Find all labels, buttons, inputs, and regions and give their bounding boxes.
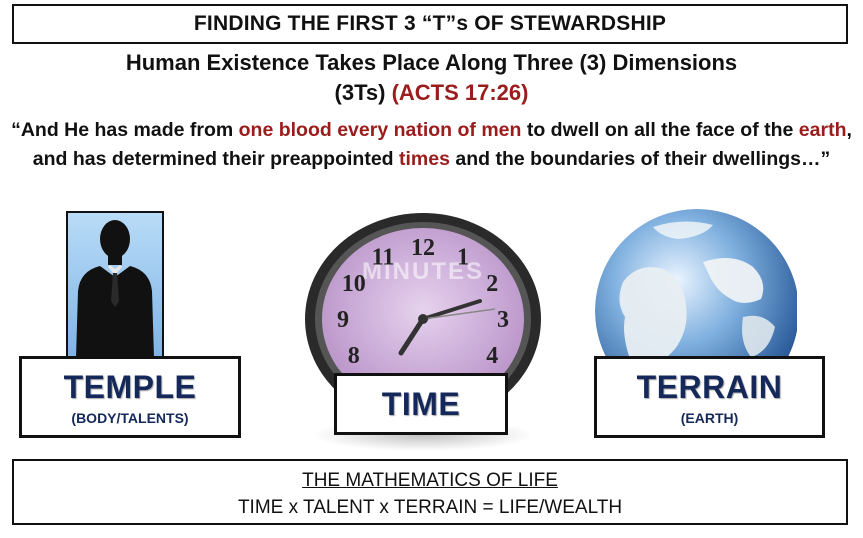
temple-figure [66, 211, 164, 359]
clock-numeral: 4 [486, 343, 498, 369]
subtitle: Human Existence Takes Place Along Three … [0, 48, 863, 108]
title-banner: FINDING THE FIRST 3 “T”s OF STEWARDSHIP [12, 4, 848, 44]
quote-part-4: and the boundaries of their dwellings…” [449, 148, 831, 170]
globe-figure [593, 207, 799, 413]
clock-numeral: 12 [411, 235, 435, 261]
terrain-sublabel: (EARTH) [680, 409, 739, 426]
time-label-box: TIME [334, 373, 508, 435]
temple-label: TEMPLE [63, 368, 197, 405]
clock-numeral: 3 [497, 307, 509, 333]
page-title: FINDING THE FIRST 3 “T”s OF STEWARDSHIP [193, 12, 667, 35]
mathematics-box: THE MATHEMATICS OF LIFE TIME x TALENT x … [12, 459, 848, 525]
clock-numeral: 2 [486, 271, 498, 297]
time-label: TIME [381, 385, 461, 422]
subtitle-line-2: (3Ts) (ACTS 17:26) [0, 78, 863, 108]
scripture-reference: (ACTS 17:26) [391, 80, 529, 105]
quote-highlight-earth: earth [798, 119, 847, 141]
globe-icon [595, 209, 799, 413]
clock-numeral: 8 [348, 343, 360, 369]
mathematics-equation: TIME x TALENT x TERRAIN = LIFE/WEALTH [237, 497, 623, 518]
quote-part-2: to dwell on all the face of the [521, 119, 799, 141]
scripture-quote: “And He has made from one blood every na… [8, 116, 855, 174]
clock-numeral: 1 [457, 245, 469, 271]
clock-numeral: 10 [342, 271, 366, 297]
subtitle-line-1: Human Existence Takes Place Along Three … [125, 50, 738, 75]
clock-numeral: 11 [372, 245, 395, 271]
mathematics-title: THE MATHEMATICS OF LIFE [302, 470, 558, 491]
person-silhouette-icon [66, 211, 164, 359]
quote-highlight-times: times [399, 148, 450, 170]
temple-label-box: TEMPLE (BODY/TALENTS) [19, 356, 241, 438]
quote-highlight-blood: one blood every nation of men [238, 119, 522, 141]
temple-sublabel: (BODY/TALENTS) [71, 409, 189, 426]
subtitle-3ts: (3Ts) [334, 80, 392, 105]
clock-numeral: 9 [337, 307, 349, 333]
terrain-label: TERRAIN [636, 368, 783, 405]
terrain-label-box: TERRAIN (EARTH) [594, 356, 825, 438]
quote-part-1: “And He has made from [11, 119, 239, 141]
